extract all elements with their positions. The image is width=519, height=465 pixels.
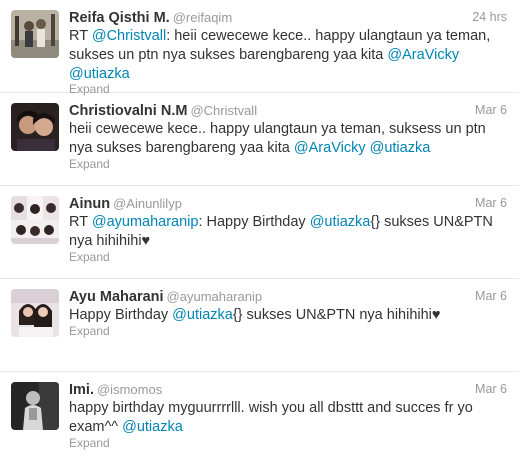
expand-link[interactable]: Expand	[69, 250, 110, 264]
username[interactable]: @Ainunlilyp	[113, 196, 182, 211]
tweet-text-segment: Happy Birthday	[69, 307, 173, 323]
fullname[interactable]: Ayu Maharani	[69, 289, 164, 305]
mention-link[interactable]: @utiazka	[122, 419, 183, 435]
mention-link[interactable]: @utiazka	[69, 66, 130, 82]
fullname[interactable]: Ainun	[69, 196, 110, 212]
mention-link[interactable]: @utiazka	[172, 307, 233, 323]
username[interactable]: @ismomos	[97, 382, 162, 397]
expand-link[interactable]: Expand	[69, 157, 110, 171]
tweet-text: RT @ayumaharanip: Happy Birthday @utiazk…	[69, 213, 499, 251]
tweet-header: Ainun @Ainunlilyp Mar 6	[69, 195, 507, 215]
avatar[interactable]	[11, 103, 59, 151]
username[interactable]: @Christvall	[190, 103, 257, 118]
mention-link[interactable]: @utiazka	[370, 140, 431, 156]
mention-link[interactable]: @Christvall	[92, 28, 166, 44]
timestamp[interactable]: Mar 6	[475, 289, 507, 303]
avatar[interactable]	[11, 382, 59, 430]
expand-link[interactable]: Expand	[69, 436, 110, 450]
tweet-text: happy birthday myguurrrrlll. wish you al…	[69, 399, 499, 437]
tweet-item[interactable]: Ayu Maharani @ayumaharanip Mar 6 Happy Bi…	[0, 279, 519, 372]
fullname[interactable]: Reifa Qisthi M.	[69, 10, 170, 26]
mention-link[interactable]: @ayumaharanip	[92, 214, 199, 230]
username[interactable]: @ayumaharanip	[167, 289, 263, 304]
timestamp[interactable]: Mar 6	[475, 103, 507, 117]
tweet-text-segment: {} sukses UN&PTN nya hihihihi♥	[232, 307, 441, 323]
fullname[interactable]: Imi.	[69, 382, 94, 398]
expand-link[interactable]: Expand	[69, 324, 110, 338]
tweet-text-segment: : Happy Birthday	[198, 214, 310, 230]
tweet-text-segment: RT	[69, 214, 92, 230]
timestamp[interactable]: Mar 6	[475, 382, 507, 396]
fullname[interactable]: Christiovalni N.M	[69, 103, 187, 119]
avatar[interactable]	[11, 196, 59, 244]
timestamp[interactable]: Mar 6	[475, 196, 507, 210]
tweet-header: Ayu Maharani @ayumaharanip Mar 6	[69, 288, 507, 308]
avatar[interactable]	[11, 289, 59, 337]
tweet-header: Imi. @ismomos Mar 6	[69, 381, 507, 401]
tweet-header: Reifa Qisthi M. @reifaqim 24 hrs	[69, 9, 507, 29]
tweet-item[interactable]: Christiovalni N.M @Christvall Mar 6 heii …	[0, 93, 519, 186]
mention-link[interactable]: @utiazka	[310, 214, 371, 230]
tweet-text: RT @Christvall: heii cewecewe kece.. hap…	[69, 27, 499, 84]
tweet-text-segment: RT	[69, 28, 92, 44]
mention-link[interactable]: @AraVicky	[294, 140, 366, 156]
tweet-text: Happy Birthday @utiazka{} sukses UN&PTN …	[69, 306, 499, 325]
tweet-header: Christiovalni N.M @Christvall Mar 6	[69, 102, 507, 122]
mention-link[interactable]: @AraVicky	[387, 47, 459, 63]
tweet-stream: Reifa Qisthi M. @reifaqim 24 hrs RT @Chri…	[0, 0, 519, 465]
tweet-item[interactable]: Ainun @Ainunlilyp Mar 6 RT @ayumaharanip:…	[0, 186, 519, 279]
tweet-item[interactable]: Imi. @ismomos Mar 6 happy birthday myguur…	[0, 372, 519, 465]
tweet-text: heii cewecewe kece.. happy ulangtaun ya …	[69, 120, 499, 158]
tweet-item[interactable]: Reifa Qisthi M. @reifaqim 24 hrs RT @Chri…	[0, 0, 519, 96]
timestamp[interactable]: 24 hrs	[472, 10, 507, 24]
avatar[interactable]	[11, 10, 59, 58]
username[interactable]: @reifaqim	[173, 10, 232, 25]
